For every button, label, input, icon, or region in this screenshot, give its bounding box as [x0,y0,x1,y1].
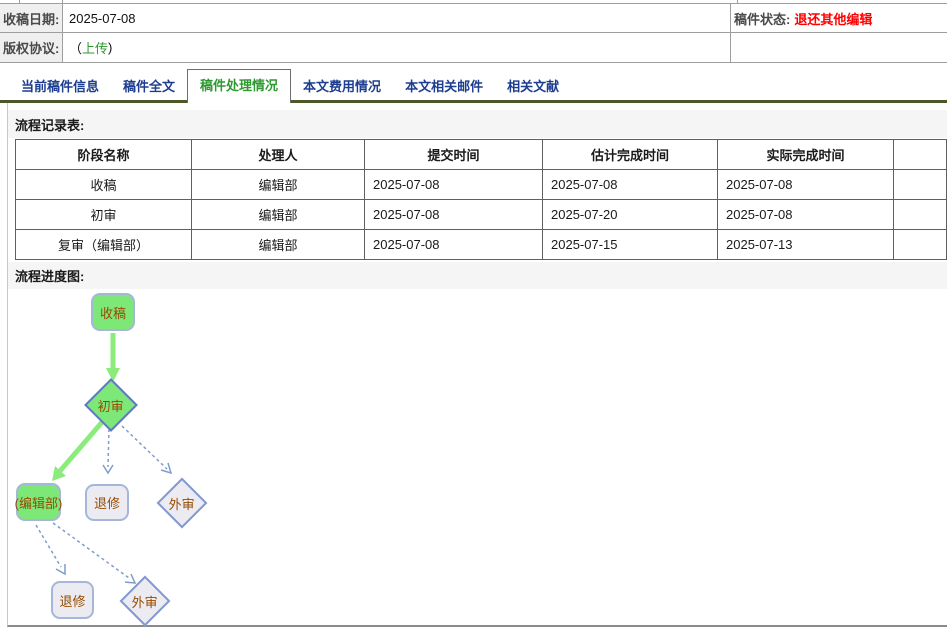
arrow-bianjibu-waishen2 [52,522,130,579]
col-header-handler: 处理人 [191,139,365,170]
cell-stage: 复审（编辑部） [15,229,192,260]
cell-estimated-finish: 2025-07-20 [542,199,718,230]
cell-empty [893,169,947,200]
arrowhead-open [124,573,137,584]
processing-status-panel: 流程记录表: 阶段名称 处理人 提交时间 估计完成时间 实际完成时间 收稿 编辑… [7,103,947,627]
flow-node-waishen-1: 外审 [156,477,208,529]
tab-related-emails[interactable]: 本文相关邮件 [393,71,495,103]
arrowhead-open [102,464,114,475]
cell-actual-finish: 2025-07-08 [717,169,894,200]
record-table-header-row: 阶段名称 处理人 提交时间 估计完成时间 实际完成时间 [15,139,947,170]
flow-node-chushen: 初审 [84,378,138,432]
status-value: 退还其他编辑 [794,11,873,27]
tab-current-manuscript-info[interactable]: 当前稿件信息 [9,71,111,103]
upload-link[interactable]: 上传 [82,38,108,57]
flow-node-label: (编辑部) [14,495,63,511]
record-table-section-label: 流程记录表: [8,110,947,138]
copyright-label: 版权协议: [0,33,63,62]
flow-node-tuixiu-1: 退修 [85,484,129,521]
col-header-estimated-finish: 估计完成时间 [542,139,718,170]
record-row-chushen: 初审 编辑部 2025-07-08 2025-07-20 2025-07-08 [15,199,947,230]
cell-estimated-finish: 2025-07-08 [542,169,718,200]
arrow-chushen-tuixiu [107,428,110,468]
flow-arrows [35,333,173,584]
cell-stage: 初审 [15,199,192,230]
cell-empty [893,229,947,260]
cell-estimated-finish: 2025-07-15 [542,229,718,260]
manuscript-status-cell: 稿件状态: 退还其他编辑 [730,4,947,32]
flow-node-label: 外审 [168,496,196,512]
flow-node-shougao: 收稿 [91,293,135,331]
record-row-fushen: 复审（编辑部） 编辑部 2025-07-08 2025-07-15 2025-0… [15,229,947,260]
flow-node-label: 初审 [97,398,125,414]
col-header-empty [893,139,947,170]
divider-fragment [737,0,738,3]
copyright-paren-open: （ [69,41,83,56]
col-header-submit-time: 提交时间 [364,139,543,170]
arrow-chushen-bianjibu [58,419,105,473]
tab-full-text[interactable]: 稿件全文 [111,71,187,103]
flow-node-label: 收稿 [99,305,126,321]
cell-stage: 收稿 [15,169,192,200]
col-header-actual-finish: 实际完成时间 [717,139,894,170]
tab-fees[interactable]: 本文费用情况 [291,71,393,103]
info-row-receive-date: 收稿日期: 2025-07-08 稿件状态: 退还其他编辑 [0,4,947,33]
arrow-chushen-waishen [121,425,168,470]
cell-submit-time: 2025-07-08 [364,169,543,200]
record-row-shougao: 收稿 编辑部 2025-07-08 2025-07-08 2025-07-08 [15,169,947,200]
flow-node-label: 退修 [93,496,120,511]
col-header-stage: 阶段名称 [15,139,192,170]
status-cell-empty [730,33,947,62]
arrow-bianjibu-tuixiu2 [35,524,62,568]
cell-actual-finish: 2025-07-13 [717,229,894,260]
receive-date-label: 收稿日期: [0,4,63,32]
flow-node-label: 退修 [59,593,86,609]
copyright-value: （上传) [63,33,730,62]
cell-handler: 编辑部 [191,229,365,260]
cell-handler: 编辑部 [191,169,365,200]
process-flow-diagram: 收稿 初审 (编辑部) 退修 外审 退修 外审 [8,289,947,627]
cell-submit-time: 2025-07-08 [364,229,543,260]
tab-related-literature[interactable]: 相关文献 [495,71,571,103]
divider-fragment [19,0,20,3]
status-label: 稿件状态: [734,11,791,27]
flow-node-tuixiu-2: 退修 [51,581,94,619]
flow-diagram-section-label: 流程进度图: [8,262,947,289]
process-record-table: 阶段名称 处理人 提交时间 估计完成时间 实际完成时间 收稿 编辑部 2025-… [15,139,947,260]
tab-bar: 当前稿件信息 稿件全文 稿件处理情况 本文费用情况 本文相关邮件 相关文献 [0,69,947,103]
divider-fragment [62,0,63,3]
flow-node-label: 外审 [131,594,159,610]
cell-empty [893,199,947,230]
cell-actual-finish: 2025-07-08 [717,199,894,230]
receive-date-value: 2025-07-08 [69,10,136,26]
info-row-copyright: 版权协议: （上传) [0,33,947,63]
arrowhead-open [160,462,173,475]
copyright-paren-close: ) [108,40,113,55]
cell-handler: 编辑部 [191,199,365,230]
flow-node-waishen-2: 外审 [119,575,171,627]
tab-processing-status[interactable]: 稿件处理情况 [187,69,292,103]
arrowhead-open [55,564,66,576]
flow-node-fushen-bianjibu: (编辑部) [14,483,63,521]
arrowhead [52,466,66,481]
cell-submit-time: 2025-07-08 [364,199,543,230]
